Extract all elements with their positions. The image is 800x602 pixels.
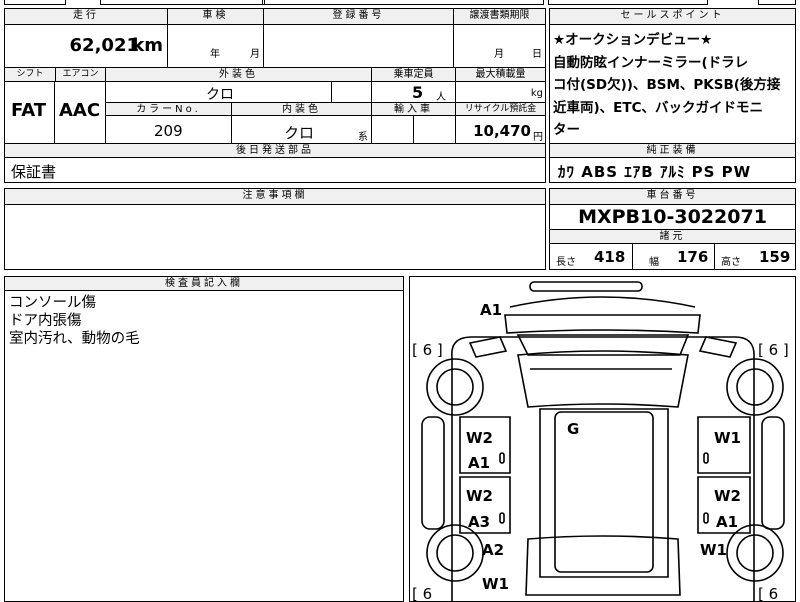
damage-mark: W1 <box>482 575 509 593</box>
chassis-label: 車台番号 <box>550 189 795 205</box>
parts-box: 後日発送部品 保証書 <box>4 143 546 183</box>
registration-label: 登録番号 <box>263 9 453 25</box>
capacity-value: 5 <box>412 83 424 102</box>
inspector-line: コンソール傷 <box>9 295 96 311</box>
transfer-day: 日 <box>532 49 542 60</box>
damage-mark: A1 <box>480 301 502 319</box>
car-diagram: A1 G W2 A1 W1 W2 A3 W2 A1 A2 W1 W1 [ 6 ]… <box>412 281 789 601</box>
damage-mark: W1 <box>714 429 741 447</box>
import-label: 輸入車 <box>371 102 455 116</box>
sales-point-text: ★オークションデビュー★ 自動防眩インナーミラー(ドラレ コ付(SD欠))、BS… <box>553 29 780 142</box>
car-diagram-box: A1 G W2 A1 W1 W2 A3 W2 A1 A2 W1 W1 [ 6 ]… <box>409 276 796 602</box>
capacity-label: 乗車定員 <box>371 68 455 82</box>
parts-label: 後日発送部品 <box>5 144 545 158</box>
specs-label: 諸元 <box>550 230 795 244</box>
recycle-label: リサイクル預託金 <box>455 102 545 116</box>
load-unit: kg <box>530 88 543 99</box>
shift-label: シフト <box>5 68 55 82</box>
tire-mark: [ 6 <box>758 585 778 601</box>
capacity-unit: 人 <box>436 92 446 103</box>
sales-line: 自動防眩インナーミラー(ドラレ <box>553 54 749 71</box>
tire-mark: [ 6 ] <box>758 341 789 359</box>
length-label: 長さ <box>556 257 576 268</box>
sales-point-box: セールスポイント ★オークションデビュー★ 自動防眩インナーミラー(ドラレ コ付… <box>549 8 796 144</box>
sales-point-label: セールスポイント <box>550 9 795 25</box>
exterior-value: クロ <box>206 87 234 103</box>
ac-label: エアコン <box>55 68 105 82</box>
damage-mark: W1 <box>700 541 727 559</box>
color-no-value: 209 <box>154 122 183 140</box>
notes-label: 注意事項欄 <box>5 189 545 205</box>
damage-mark: A1 <box>716 513 738 531</box>
mileage-value: 62,021 <box>69 35 139 56</box>
equipment-value: ｶﾜ ABS ｴｱB ｱﾙﾐ PS PW <box>558 163 752 181</box>
sales-line: コ付(SD欠))、BSM、PKSB(後方接 <box>553 77 781 93</box>
inspector-box: 検査員記入欄 コンソール傷 ドア内張傷 室内汚れ、動物の毛 <box>4 276 404 602</box>
inspection-label: 車検 <box>167 9 263 25</box>
specs-box: 諸元 長さ 418 幅 176 高さ 159 <box>549 229 796 270</box>
width-value: 176 <box>677 248 709 266</box>
shift-value: FAT <box>11 100 47 121</box>
transfer-label: 譲渡書類期限 <box>453 9 545 25</box>
vehicle-info-table: 走行 車検 登録番号 譲渡書類期限 62,021 km 年 月 月 日 シフト … <box>4 8 546 144</box>
height-value: 159 <box>759 248 791 266</box>
tire-mark: [ 6 ] <box>412 341 443 359</box>
registration-value <box>263 25 453 67</box>
inspector-line: 室内汚れ、動物の毛 <box>9 331 140 347</box>
transfer-month: 月 <box>494 49 504 60</box>
interior-value: クロ <box>284 124 315 142</box>
damage-mark: A1 <box>468 454 490 472</box>
top-strip <box>0 0 800 6</box>
sales-line: ★オークションデビュー★ <box>553 32 713 48</box>
parts-value: 保証書 <box>11 163 57 181</box>
chassis-box: 車台番号 MXPB10-3022071 <box>549 188 796 230</box>
exterior-label: 外装色 <box>105 68 371 82</box>
color-no-label: カラーNo. <box>105 102 231 116</box>
inspection-year: 年 <box>210 49 220 60</box>
damage-mark: A3 <box>468 513 490 531</box>
damage-mark: G <box>567 420 579 438</box>
chassis-value: MXPB10-3022071 <box>578 206 767 228</box>
notes-box: 注意事項欄 <box>4 188 546 270</box>
height-label: 高さ <box>721 257 741 268</box>
interior-suffix: 系 <box>358 132 368 143</box>
sales-line: ター <box>553 122 580 138</box>
mileage-label: 走行 <box>5 9 167 25</box>
inspector-label: 検査員記入欄 <box>5 277 403 291</box>
sales-line: 近車両)、ETC、バックガイドモニ <box>553 99 764 116</box>
equipment-label: 純正装備 <box>550 144 795 158</box>
recycle-value: 10,470 <box>473 122 531 140</box>
width-label: 幅 <box>649 257 659 268</box>
equipment-box: 純正装備 ｶﾜ ABS ｴｱB ｱﾙﾐ PS PW <box>549 143 796 183</box>
damage-mark: W2 <box>466 487 493 505</box>
inspector-line: ドア内張傷 <box>9 313 82 329</box>
mileage-unit: km <box>132 35 163 56</box>
tire-mark: [ 6 <box>412 585 432 601</box>
damage-mark: W2 <box>466 429 493 447</box>
inspector-notes: コンソール傷 ドア内張傷 室内汚れ、動物の毛 <box>9 294 140 348</box>
ac-value: AAC <box>59 100 101 121</box>
recycle-unit: 円 <box>533 132 543 143</box>
length-value: 418 <box>594 248 626 266</box>
damage-mark: W2 <box>714 487 741 505</box>
inspection-month: 月 <box>250 49 260 60</box>
damage-mark: A2 <box>482 541 504 559</box>
interior-label: 内装色 <box>231 102 371 116</box>
load-label: 最大積載量 <box>455 68 545 82</box>
